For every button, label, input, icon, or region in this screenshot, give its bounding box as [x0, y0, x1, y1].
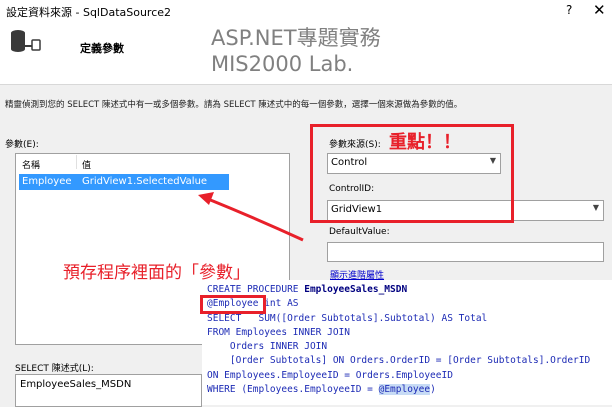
chevron-down-icon: ▼ — [592, 203, 599, 212]
select-statement-text: EmployeeSales_MSDN — [20, 379, 132, 390]
code-line-1: CREATE PROCEDURE EmployeeSales_MSDN — [207, 284, 408, 295]
database-icon — [11, 30, 41, 52]
close-button[interactable]: ✕ — [593, 1, 606, 19]
code-line-8: WHERE (Employees.EmployeeID = @Employee) — [207, 384, 436, 395]
code-line-6: [Order Subtotals] ON Orders.OrderID = [O… — [207, 355, 591, 366]
param-highlight: @Employee — [378, 384, 431, 395]
select-statement-label: SELECT 陳述式(L): — [15, 364, 94, 374]
instructions-text: 精靈偵測到您的 SELECT 陳述式中有一或多個參數。請為 SELECT 陳述式… — [5, 100, 463, 110]
select-statement-box[interactable]: EmployeeSales_MSDN — [15, 374, 202, 407]
highlight-box-employee-param — [200, 295, 266, 314]
code-line-3: SELECT SUM([Order Subtotals].Subtotal) A… — [207, 313, 488, 324]
wizard-header: 定義參數 ASP.NET專題實務 MIS2000 Lab. — [0, 22, 612, 85]
watermark-line1: ASP.NET專題實務 — [211, 26, 381, 50]
default-value-label: DefaultValue: — [329, 227, 390, 237]
help-button[interactable]: ? — [566, 3, 572, 17]
annotation-emphasis: 重點！！ — [389, 132, 461, 153]
column-header-name[interactable]: 名稱 — [22, 158, 40, 171]
parameter-name: Employee — [22, 176, 72, 187]
window-title: 設定資料來源 - SqlDataSource2 — [6, 6, 172, 19]
code-line-7: ON Employees.EmployeeID = Orders.Employe… — [207, 370, 453, 381]
default-value-input[interactable] — [327, 242, 604, 262]
column-header-value[interactable]: 值 — [82, 158, 91, 171]
parameters-label: 參數(E): — [5, 140, 39, 150]
column-divider — [76, 155, 77, 169]
code-line-5: Orders INNER JOIN — [207, 341, 328, 352]
title-bar: 設定資料來源 - SqlDataSource2 ? ✕ — [0, 0, 612, 22]
procedure-name: EmployeeSales_MSDN — [304, 284, 408, 295]
parameter-row-employee[interactable]: Employee GridView1.SelectedValue — [19, 174, 229, 190]
parameter-value: GridView1.SelectedValue — [82, 176, 208, 187]
step-title: 定義參數 — [80, 42, 124, 55]
code-line-4: FROM Employees INNER JOIN — [207, 327, 350, 338]
watermark-line2: MIS2000 Lab. — [211, 52, 354, 76]
